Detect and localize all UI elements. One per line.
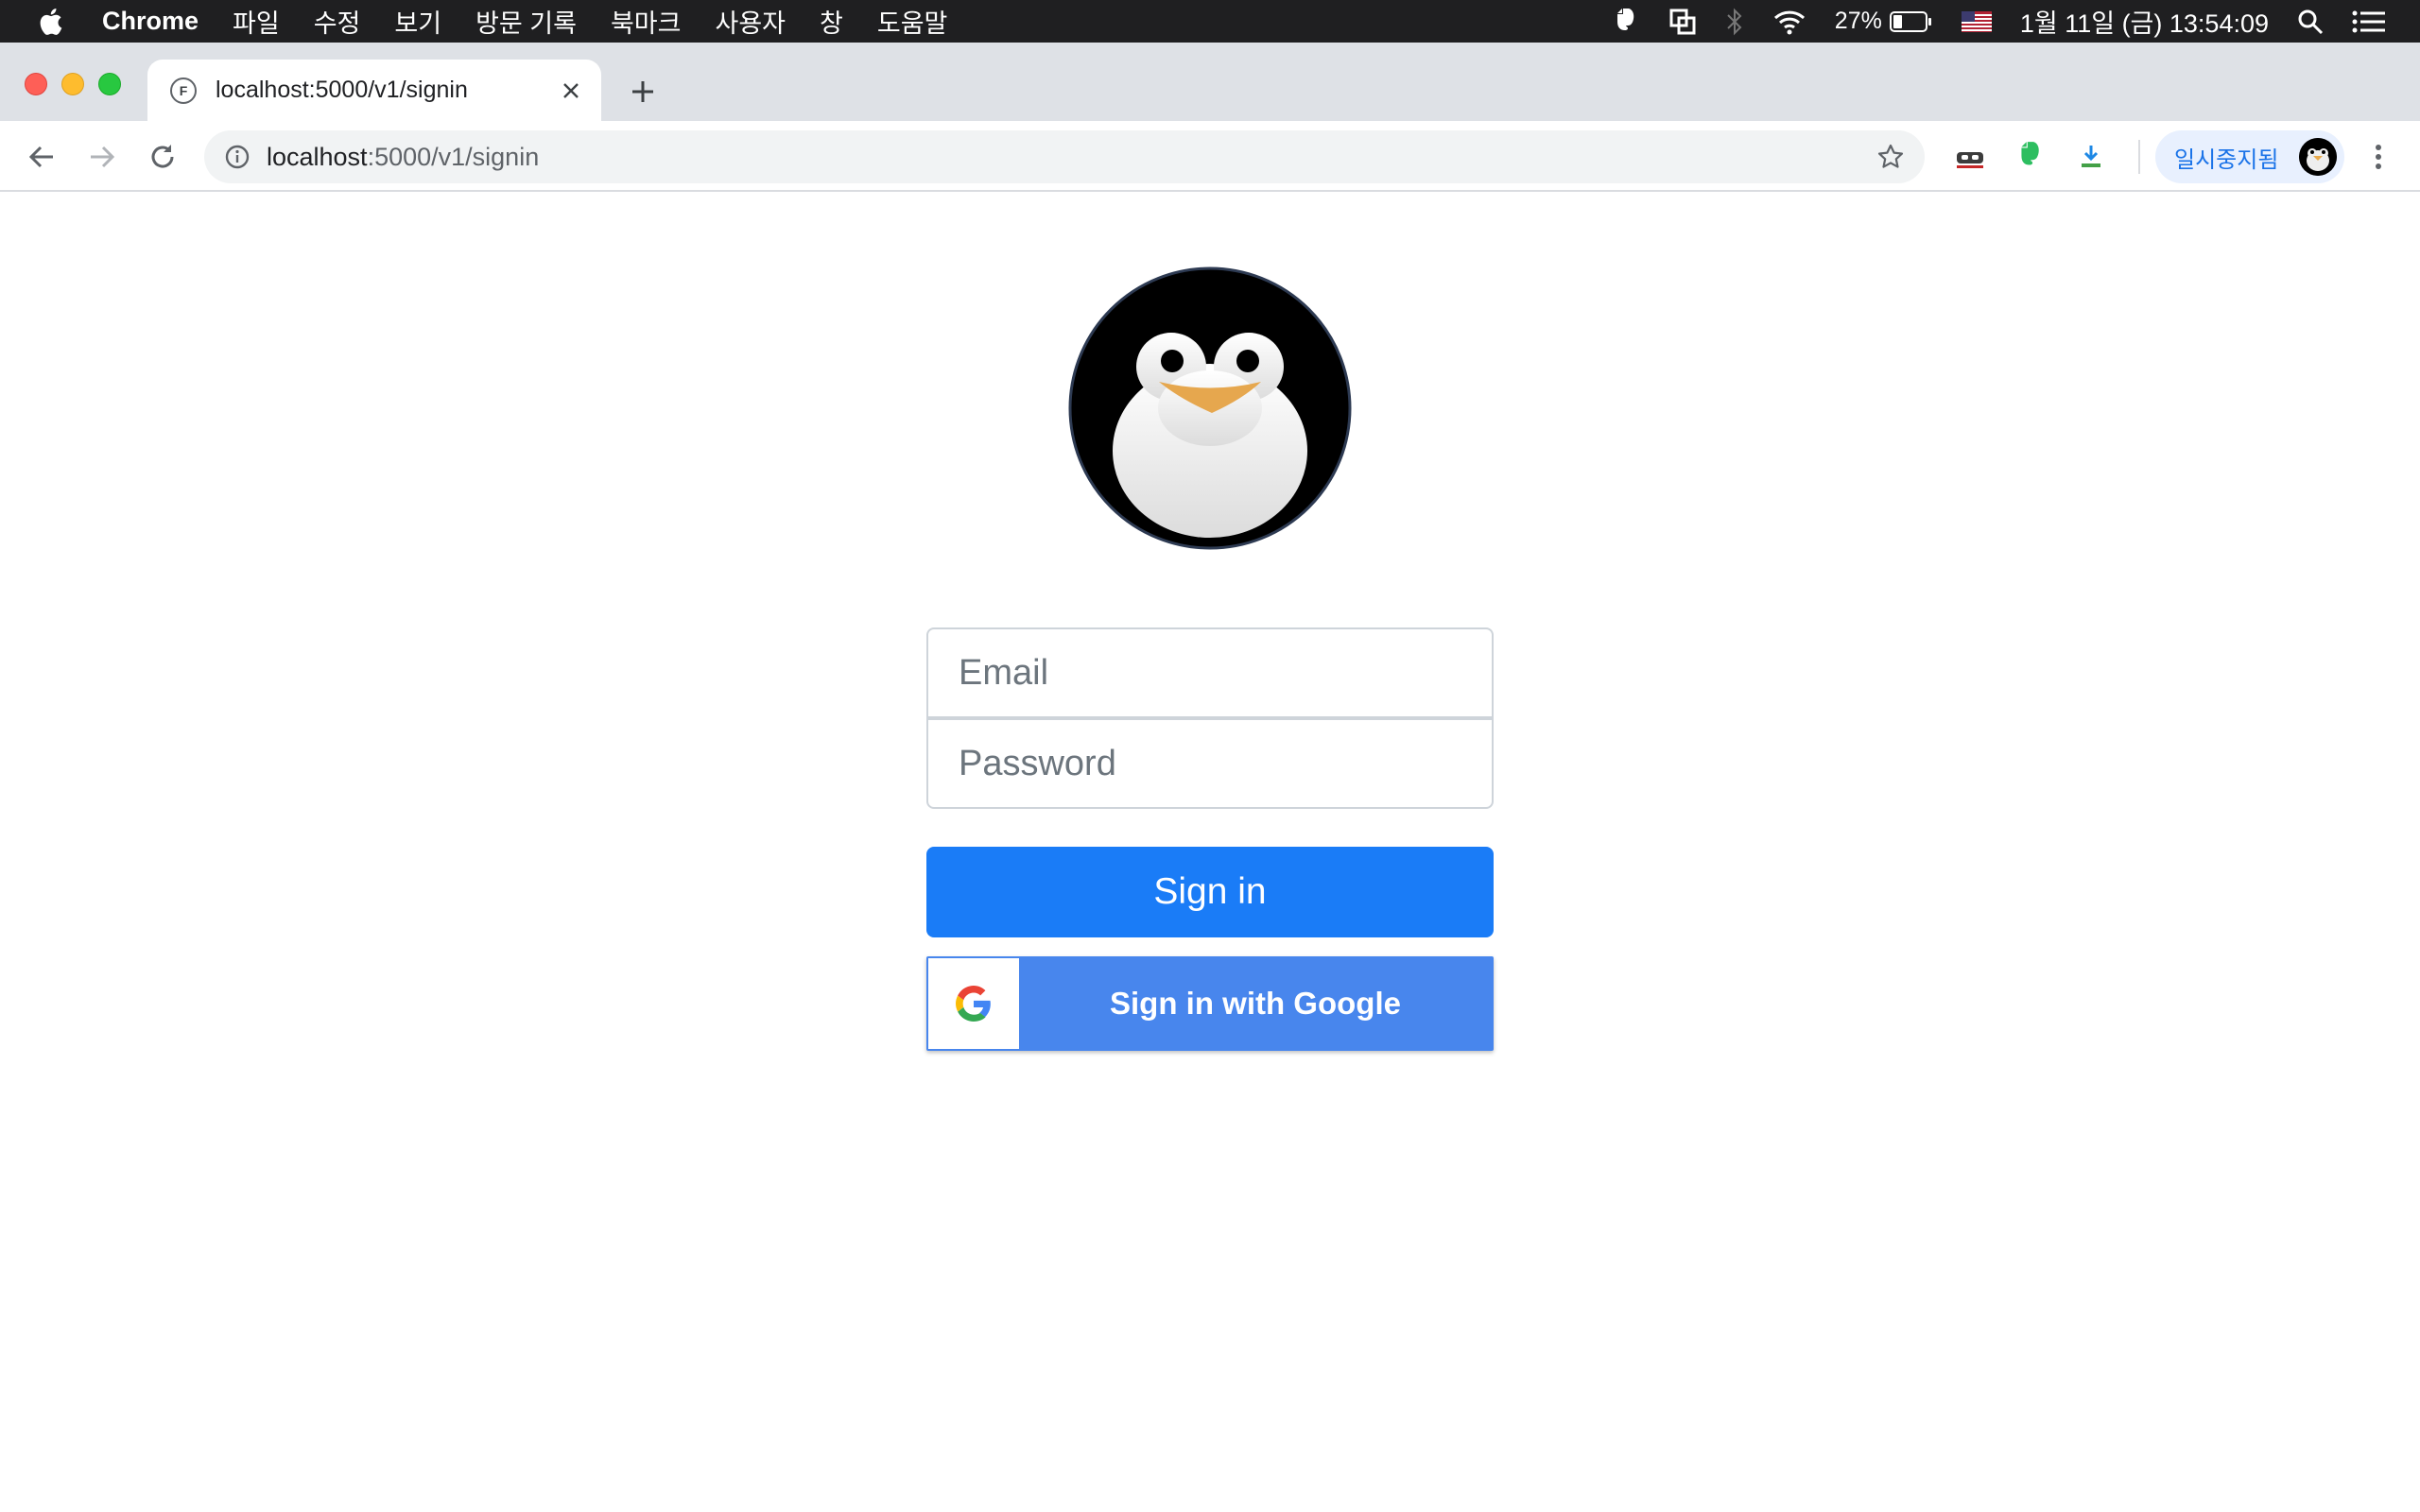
address-bar[interactable]: localhost:5000/v1/signin	[204, 130, 1925, 183]
active-tab[interactable]: F localhost:5000/v1/signin	[147, 60, 601, 121]
bookmark-star-icon[interactable]	[1876, 142, 1906, 172]
site-info-icon[interactable]	[223, 143, 251, 171]
menu-history[interactable]: 방문 기록	[475, 3, 577, 40]
signin-button[interactable]: Sign in	[926, 847, 1494, 937]
menu-bookmarks[interactable]: 북마크	[611, 3, 682, 40]
menu-edit[interactable]: 수정	[314, 3, 361, 40]
us-flag-icon[interactable]	[1961, 10, 1992, 32]
screen-share-icon[interactable]	[1668, 8, 1697, 36]
back-button[interactable]	[23, 138, 60, 176]
evernote-extension-icon[interactable]	[2014, 140, 2048, 174]
menu-help[interactable]: 도움말	[877, 3, 948, 40]
menu-window[interactable]: 창	[820, 3, 843, 40]
chrome-menu-icon[interactable]	[2361, 138, 2395, 176]
toolbar-divider	[2138, 140, 2140, 174]
signin-form: Sign in Sign in with Google	[926, 627, 1494, 1051]
tab-strip: F localhost:5000/v1/signin	[0, 43, 2420, 121]
apple-logo-icon[interactable]	[38, 7, 64, 37]
download-extension-icon[interactable]	[2074, 140, 2108, 174]
wifi-icon[interactable]	[1772, 9, 1806, 35]
evernote-icon[interactable]	[1612, 8, 1640, 36]
browser-toolbar: localhost:5000/v1/signin 일시중지됨	[0, 121, 2420, 192]
google-signin-label: Sign in with Google	[1110, 986, 1401, 1021]
window-minimize-button[interactable]	[61, 73, 84, 95]
menu-file[interactable]: 파일	[233, 3, 280, 40]
tab-close-icon[interactable]	[556, 76, 586, 106]
menubar-clock[interactable]: 1월 11일 (금) 13:54:09	[2020, 3, 2269, 40]
url-path: :5000/v1/signin	[367, 142, 540, 171]
notification-center-icon[interactable]	[2352, 9, 2386, 34]
reload-button[interactable]	[144, 138, 182, 176]
incognito-mask-icon[interactable]	[1953, 140, 1987, 174]
battery-icon[interactable]	[1889, 10, 1933, 33]
window-zoom-button[interactable]	[98, 73, 121, 95]
forward-button[interactable]	[83, 138, 121, 176]
app-menu-chrome[interactable]: Chrome	[102, 7, 199, 36]
page-content: Sign in Sign in with Google	[0, 193, 2420, 1512]
password-input[interactable]	[926, 718, 1494, 809]
spotlight-search-icon[interactable]	[2297, 9, 2324, 35]
penguin-logo	[1068, 266, 1352, 550]
menu-view[interactable]: 보기	[394, 3, 441, 40]
profile-status-label: 일시중지됨	[2174, 146, 2279, 173]
menubar-status-area: 27% 1월 11일 (금) 13:54:09	[1583, 0, 2420, 43]
profile-avatar	[2299, 138, 2337, 176]
profile-button[interactable]: 일시중지됨	[2155, 130, 2344, 183]
menu-people[interactable]: 사용자	[715, 3, 786, 40]
tab-title: localhost:5000/v1/signin	[216, 77, 468, 103]
macos-menu-bar: Chrome 파일 수정 보기 방문 기록 북마크 사용자 창 도움말 27% …	[0, 0, 2420, 43]
new-tab-button[interactable]	[626, 75, 660, 109]
address-url: localhost:5000/v1/signin	[267, 143, 539, 172]
google-logo-icon	[928, 958, 1019, 1049]
tab-favicon-icon: F	[170, 77, 197, 104]
google-signin-button[interactable]: Sign in with Google	[926, 956, 1494, 1051]
email-input[interactable]	[926, 627, 1494, 718]
bluetooth-icon[interactable]	[1725, 8, 1744, 36]
battery-percent: 27%	[1834, 8, 1882, 34]
url-host: localhost	[267, 142, 368, 171]
window-close-button[interactable]	[25, 73, 47, 95]
